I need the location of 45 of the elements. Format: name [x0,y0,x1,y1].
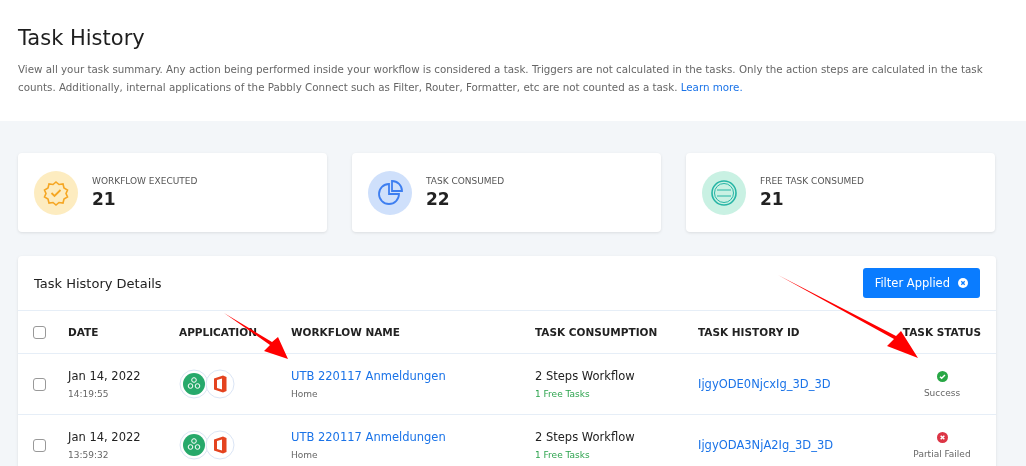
workflow-link[interactable]: UTB 220117 Anmeldungen [291,430,535,444]
folder-text: Home [291,450,319,460]
column-header: WORKFLOW NAME [291,326,401,338]
status-text: Success [923,387,961,398]
check-circle-icon [936,370,948,382]
row-checkbox[interactable] [33,377,46,391]
filter-applied-button[interactable]: Filter Applied [862,268,980,298]
pie-chart-icon [368,170,412,215]
column-header: TASK STATUS [901,326,983,338]
consumption-text: 2 Steps Workflow [535,369,636,383]
column-header: DATE [68,326,100,338]
office-app-icon [205,369,235,399]
stat-label: FREE TASK CONSUMED [760,176,864,186]
history-id-link[interactable]: IjgyODE0NjcxIg_3D_3D [698,377,888,391]
date-text: Jan 14, 2022 [68,430,142,444]
stat-value: 21 [760,189,785,209]
badge-check-icon [34,170,78,215]
time-text: 14:19:55 [68,389,110,399]
workflow-link[interactable]: UTB 220117 Anmeldungen [291,369,535,383]
free-tasks-text: 1 Free Tasks [535,450,591,460]
select-all-checkbox[interactable] [33,325,46,339]
network-app-icon [179,369,209,399]
x-circle-icon [936,431,948,443]
status-text: Partial Failed [913,448,971,459]
stat-label: WORKFLOW EXECUTED [92,176,198,186]
learn-more-link[interactable]: Learn more. [680,81,743,93]
free-stamp-icon [702,170,746,215]
stat-value: 22 [426,189,451,209]
column-header: TASK CONSUMPTION [535,326,659,338]
row-checkbox[interactable] [33,438,46,452]
folder-text: Home [291,389,319,399]
free-tasks-text: 1 Free Tasks [535,389,591,399]
office-app-icon [205,430,235,460]
close-icon [958,278,968,288]
consumption-text: 2 Steps Workflow [535,430,636,444]
card-title: Task History Details [34,275,162,291]
stat-label: TASK CONSUMED [426,176,505,186]
time-text: 13:59:32 [68,450,110,460]
stat-value: 21 [92,189,117,209]
date-text: Jan 14, 2022 [68,369,142,383]
history-id-link[interactable]: IjgyODA3NjA2Ig_3D_3D [698,438,888,452]
network-app-icon [179,430,209,460]
column-header: TASK HISTORY ID [698,326,801,338]
page-description: View all your task summary. Any action being performed inside your workflow is considered a task. Triggers are not calculated in the tasks. Only the action steps are calculated in the task counts. Additionally, internal applications of the Pabbly Connect such as Filter, Router, Formatter, etc are not counted as a task. Learn more. [18,62,984,95]
page-title: Task History [18,26,146,50]
